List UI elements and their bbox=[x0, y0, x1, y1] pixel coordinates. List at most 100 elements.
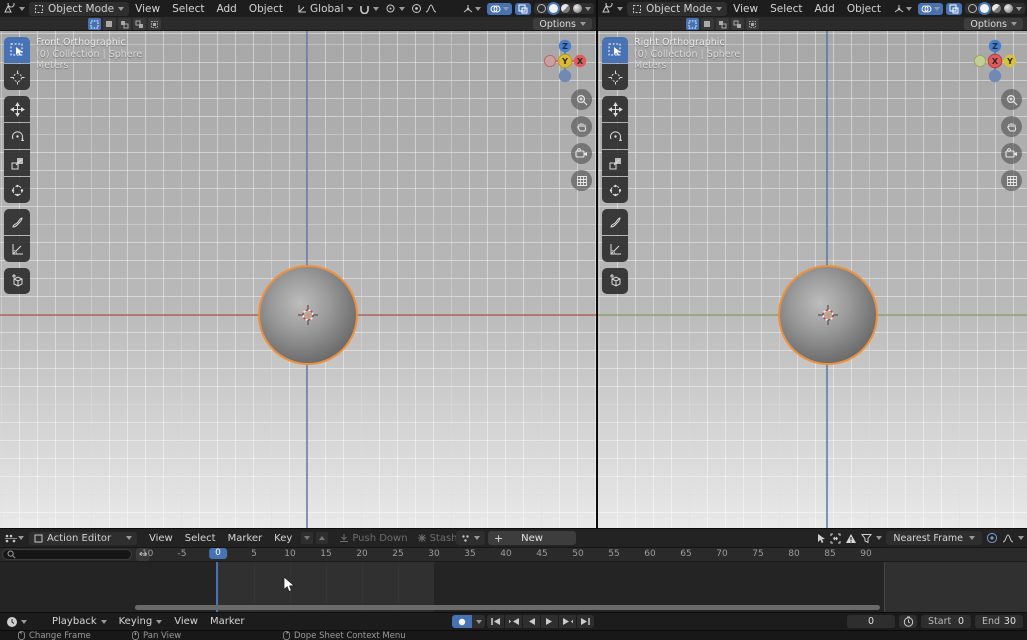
pan-hand-icon[interactable] bbox=[1001, 116, 1022, 137]
mode-dropdown[interactable]: Object Mode bbox=[29, 2, 129, 16]
falloff-curve-icon[interactable] bbox=[1002, 533, 1014, 544]
ortho-grid-icon[interactable] bbox=[1001, 170, 1022, 191]
tool-measure[interactable] bbox=[4, 236, 30, 262]
ds-menu-view[interactable]: View bbox=[143, 533, 179, 544]
tool-select-box[interactable] bbox=[4, 37, 30, 63]
menu-select[interactable]: Select bbox=[764, 3, 808, 15]
play-icon[interactable] bbox=[541, 615, 558, 628]
tool-cursor[interactable] bbox=[4, 64, 30, 90]
select-invert-icon[interactable] bbox=[731, 18, 744, 30]
shading-solid-icon[interactable] bbox=[980, 4, 989, 13]
menu-object[interactable]: Object bbox=[243, 3, 289, 15]
tool-annotate[interactable] bbox=[4, 209, 30, 235]
select-intersect-icon[interactable] bbox=[746, 18, 759, 30]
select-subtract-icon[interactable] bbox=[716, 18, 729, 30]
timeline-editor-dropdown[interactable] bbox=[6, 616, 27, 628]
end-frame-field[interactable]: End 30 bbox=[975, 615, 1023, 628]
tool-add-primitive[interactable] bbox=[602, 268, 628, 294]
pb-menu-marker[interactable]: Marker bbox=[204, 616, 251, 627]
select-intersect-icon[interactable] bbox=[148, 18, 161, 30]
shading-material-icon[interactable] bbox=[561, 4, 570, 13]
orientation-dropdown[interactable]: Global bbox=[297, 3, 353, 15]
tool-rotate[interactable] bbox=[602, 123, 628, 149]
jump-to-start-icon[interactable] bbox=[487, 615, 504, 628]
tool-move[interactable] bbox=[602, 96, 628, 122]
snap-mode-dropdown[interactable]: Nearest Frame bbox=[886, 531, 982, 545]
menu-add[interactable]: Add bbox=[808, 3, 840, 15]
proportional-editing-icon[interactable] bbox=[986, 532, 998, 544]
snap-magnet-icon[interactable] bbox=[359, 3, 370, 14]
xray-toggle[interactable] bbox=[946, 3, 962, 15]
show-overlays-toggle[interactable] bbox=[487, 3, 512, 15]
options-dropdown[interactable]: Options bbox=[533, 18, 592, 30]
editor-type-dope-sheet-icon[interactable] bbox=[4, 533, 18, 544]
jump-to-end-icon[interactable] bbox=[577, 615, 594, 628]
zoom-icon[interactable] bbox=[1001, 89, 1022, 110]
timeline-ruler[interactable]: ↔ -10-5510152025303540455055606570758085… bbox=[0, 548, 1027, 562]
editor-type-chevron-icon[interactable] bbox=[617, 7, 623, 11]
ds-menu-key[interactable]: Key bbox=[268, 533, 298, 544]
editor-type-3d-viewport-icon[interactable] bbox=[601, 3, 615, 15]
prev-keyframe-icon[interactable] bbox=[505, 615, 522, 628]
channel-search-input[interactable] bbox=[2, 549, 132, 560]
viewport-canvas-right[interactable]: Right Orthographic (0) Collection | Sphe… bbox=[598, 31, 1027, 528]
zoom-icon[interactable] bbox=[571, 89, 592, 110]
tool-measure[interactable] bbox=[602, 236, 628, 262]
select-set-icon[interactable] bbox=[686, 18, 699, 30]
falloff-chevron-icon[interactable] bbox=[1018, 536, 1024, 540]
shading-material-icon[interactable] bbox=[992, 4, 1001, 13]
show-gizmo-toggle[interactable] bbox=[891, 3, 915, 15]
snap-target-chevron-icon[interactable] bbox=[399, 7, 405, 11]
editor-type-3d-viewport-icon[interactable] bbox=[3, 3, 17, 15]
ds-menu-marker[interactable]: Marker bbox=[222, 533, 269, 544]
menu-select[interactable]: Select bbox=[166, 3, 210, 15]
navigation-gizmo[interactable]: Z Y X bbox=[973, 39, 1017, 83]
tool-transform[interactable] bbox=[4, 177, 30, 203]
pb-menu-view[interactable]: View bbox=[168, 616, 204, 627]
shading-rendered-icon[interactable] bbox=[1004, 4, 1013, 13]
filter-funnel-icon[interactable] bbox=[861, 533, 872, 544]
show-overlays-toggle[interactable] bbox=[918, 3, 943, 15]
xray-toggle[interactable] bbox=[515, 3, 531, 15]
shading-chevron-icon[interactable] bbox=[585, 7, 591, 11]
action-down-icon[interactable] bbox=[301, 532, 313, 544]
menu-object[interactable]: Object bbox=[841, 3, 887, 15]
play-reverse-icon[interactable] bbox=[523, 615, 540, 628]
menu-view[interactable]: View bbox=[727, 3, 764, 15]
select-set-icon[interactable] bbox=[88, 18, 101, 30]
action-browse-dropdown[interactable] bbox=[456, 531, 485, 545]
only-selected-filter-icon[interactable] bbox=[816, 533, 826, 544]
next-keyframe-icon[interactable] bbox=[559, 615, 576, 628]
push-down-button[interactable]: Push Down bbox=[339, 533, 407, 544]
filter-chevron-icon[interactable] bbox=[876, 536, 882, 540]
options-dropdown[interactable]: Options bbox=[964, 18, 1023, 30]
pan-hand-icon[interactable] bbox=[571, 116, 592, 137]
select-invert-icon[interactable] bbox=[133, 18, 146, 30]
tool-cursor[interactable] bbox=[602, 64, 628, 90]
snap-target-icon[interactable] bbox=[385, 3, 396, 14]
auto-keying-chevron-icon[interactable] bbox=[472, 615, 485, 628]
navigation-gizmo[interactable]: Z X Y bbox=[543, 39, 587, 83]
menu-add[interactable]: Add bbox=[210, 3, 242, 15]
mode-dropdown[interactable]: Object Mode bbox=[627, 2, 727, 16]
tool-annotate[interactable] bbox=[602, 209, 628, 235]
tool-scale[interactable] bbox=[602, 150, 628, 176]
editor-type-chevron-icon[interactable] bbox=[19, 7, 25, 11]
shading-wireframe-icon[interactable] bbox=[968, 4, 977, 13]
current-frame-field[interactable]: 0 bbox=[847, 615, 895, 628]
start-frame-field[interactable]: Start 0 bbox=[921, 615, 971, 628]
ortho-grid-icon[interactable] bbox=[571, 170, 592, 191]
menu-view[interactable]: View bbox=[129, 3, 166, 15]
sphere-object[interactable] bbox=[780, 267, 876, 363]
tool-scale[interactable] bbox=[4, 150, 30, 176]
tool-add-primitive[interactable] bbox=[4, 268, 30, 294]
shading-chevron-icon[interactable] bbox=[1016, 7, 1022, 11]
shading-solid-icon[interactable] bbox=[549, 4, 558, 13]
select-extend-icon[interactable] bbox=[103, 18, 116, 30]
current-frame-indicator[interactable]: 0 bbox=[209, 548, 227, 559]
camera-view-icon[interactable] bbox=[1001, 143, 1022, 164]
shading-wireframe-icon[interactable] bbox=[537, 4, 546, 13]
use-preview-range-button[interactable] bbox=[899, 615, 917, 628]
playback-menu[interactable]: Playback bbox=[46, 616, 113, 627]
horizontal-scrollbar[interactable] bbox=[135, 605, 880, 610]
